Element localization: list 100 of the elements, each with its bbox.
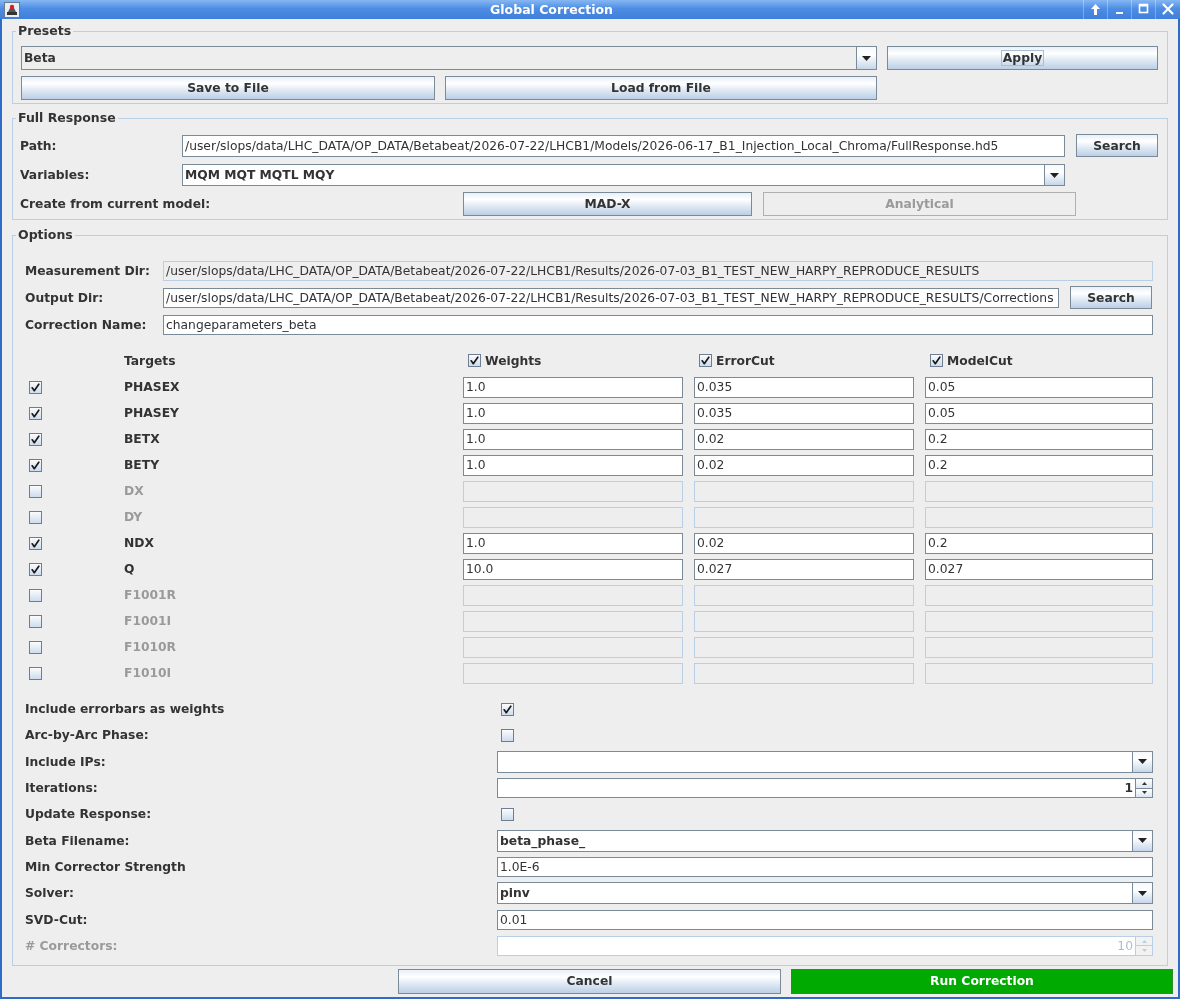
value-field[interactable] (463, 662, 683, 684)
target-name: F1010R (124, 640, 178, 654)
increment-button[interactable] (1136, 779, 1152, 788)
value-field[interactable]: 0.02 (694, 454, 914, 476)
caret-down-icon (862, 55, 871, 61)
checkbox[interactable] (29, 614, 42, 628)
value-field[interactable]: 0.05 (925, 376, 1153, 398)
value-field[interactable]: 0.02 (694, 532, 914, 554)
value-field[interactable]: 0.02 (694, 428, 914, 450)
value-field[interactable]: 1.0 (463, 454, 683, 476)
text-field[interactable]: 0.01 (497, 909, 1153, 930)
target-name: PHASEY (124, 406, 180, 420)
text-field[interactable]: /user/slops/data/LHC_DATA/OP_DATA/Betabeat/2026-07-22/LHCB1/Results/2026-07-03_B1_TEST_NEW_HARPY_REPRODUCE_RESULTS (163, 260, 1153, 281)
value-field[interactable]: 10.0 (463, 558, 683, 580)
field-label: Variables: (20, 168, 91, 182)
search-button[interactable]: Search (1076, 134, 1158, 157)
value-field[interactable] (463, 584, 683, 606)
file-button[interactable]: Load from File (445, 76, 877, 100)
decrement-button[interactable] (1136, 787, 1152, 798)
section-title: Full Response (17, 110, 117, 126)
spinner-field[interactable]: 1 (497, 778, 1153, 799)
model-button[interactable]: MAD-X (463, 192, 752, 216)
field-label: Correction Name: (25, 317, 148, 332)
value-field[interactable]: 0.027 (925, 558, 1153, 580)
text-field[interactable]: changeparameters_beta (163, 314, 1153, 335)
column-header: ErrorCut (716, 353, 775, 368)
caret-down-icon (1141, 949, 1147, 953)
text-field[interactable]: /user/slops/data/LHC_DATA/OP_DATA/Betabeat/2026-07-22/LHCB1/Results/2026-07-03_B1_TEST_NEW_HARPY_REPRODUCE_RESULTS/Corrections (163, 287, 1059, 308)
value-field[interactable] (694, 584, 914, 606)
value-field[interactable] (694, 636, 914, 658)
checkbox[interactable] (29, 458, 42, 472)
caret-down-icon (1050, 172, 1059, 178)
column-header: ModelCut (947, 353, 1013, 368)
value-field[interactable] (463, 480, 683, 502)
preset-dropdown[interactable]: Beta (21, 46, 877, 70)
value-field[interactable] (463, 610, 683, 632)
checkbox[interactable] (29, 666, 42, 680)
value-field[interactable] (925, 610, 1153, 632)
checkbox[interactable] (29, 432, 42, 446)
checkbox[interactable] (501, 702, 514, 716)
setting-label: Arc-by-Arc Phase: (25, 728, 150, 743)
value-field[interactable]: 1.0 (463, 376, 683, 398)
value-field[interactable]: 1.0 (463, 532, 683, 554)
setting-label: Update Response: (25, 807, 153, 822)
value-field[interactable] (925, 480, 1153, 502)
checkbox[interactable] (29, 510, 42, 524)
dropdown[interactable]: pinv (497, 882, 1153, 905)
field-label: Measurement Dir: (25, 263, 151, 278)
value-field[interactable]: 0.05 (925, 402, 1153, 424)
setting-label: Include errorbars as weights (25, 702, 226, 717)
value-field[interactable]: 1.0 (463, 428, 683, 450)
apply-button[interactable]: Apply (887, 46, 1158, 70)
value-field[interactable] (694, 662, 914, 684)
setting-label: # Correctors: (25, 938, 119, 953)
checkbox[interactable] (699, 354, 712, 367)
field-label: Create from current model: (20, 197, 212, 211)
value-field[interactable] (925, 584, 1153, 606)
value-field[interactable]: 0.035 (694, 376, 914, 398)
checkbox[interactable] (468, 354, 481, 367)
value-field[interactable] (463, 636, 683, 658)
value-field[interactable]: 0.2 (925, 532, 1153, 554)
column-header: Targets (124, 353, 177, 368)
checkbox[interactable] (29, 484, 42, 498)
value-field[interactable] (925, 506, 1153, 528)
text-field[interactable]: 1.0E-6 (497, 856, 1153, 877)
value-field[interactable] (694, 506, 914, 528)
checkbox[interactable] (29, 640, 42, 654)
cancel-button[interactable]: Cancel (398, 968, 781, 994)
dropdown[interactable]: beta_phase_ (497, 829, 1153, 852)
target-name: DY (124, 510, 144, 524)
checkbox[interactable] (29, 536, 42, 550)
field-label: Output Dir: (25, 290, 105, 305)
checkbox[interactable] (29, 380, 42, 394)
variables-dropdown[interactable]: MQM MQT MQTL MQY (182, 164, 1065, 186)
value-field[interactable]: 0.2 (925, 428, 1153, 450)
target-name: NDX (124, 536, 155, 550)
checkbox[interactable] (29, 562, 42, 576)
target-name: F1001R (124, 588, 178, 602)
window-title: Global Correction (489, 2, 614, 17)
checkbox[interactable] (501, 728, 514, 742)
dropdown[interactable] (497, 750, 1153, 773)
value-field[interactable] (694, 610, 914, 632)
checkbox[interactable] (29, 588, 42, 602)
checkbox[interactable] (29, 406, 42, 420)
value-field[interactable] (463, 506, 683, 528)
value-field[interactable] (694, 480, 914, 502)
value-field[interactable]: 0.2 (925, 454, 1153, 476)
value-field[interactable]: 1.0 (463, 402, 683, 424)
target-name: BETY (124, 458, 161, 472)
checkbox[interactable] (501, 807, 514, 821)
checkbox[interactable] (930, 354, 943, 367)
value-field[interactable]: 0.027 (694, 558, 914, 580)
value-field[interactable] (925, 662, 1153, 684)
caret-up-icon (1141, 781, 1147, 785)
file-button[interactable]: Save to File (21, 76, 435, 100)
value-field[interactable] (925, 636, 1153, 658)
path-field[interactable]: /user/slops/data/LHC_DATA/OP_DATA/Betabeat/2026-07-22/LHCB1/Models/2026-06-17_B1_Injection_Local_Chroma/FullResponse.hd5 (182, 134, 1065, 157)
value-field[interactable]: 0.035 (694, 402, 914, 424)
setting-label: Solver: (25, 886, 75, 901)
search-button[interactable]: Search (1070, 286, 1152, 309)
